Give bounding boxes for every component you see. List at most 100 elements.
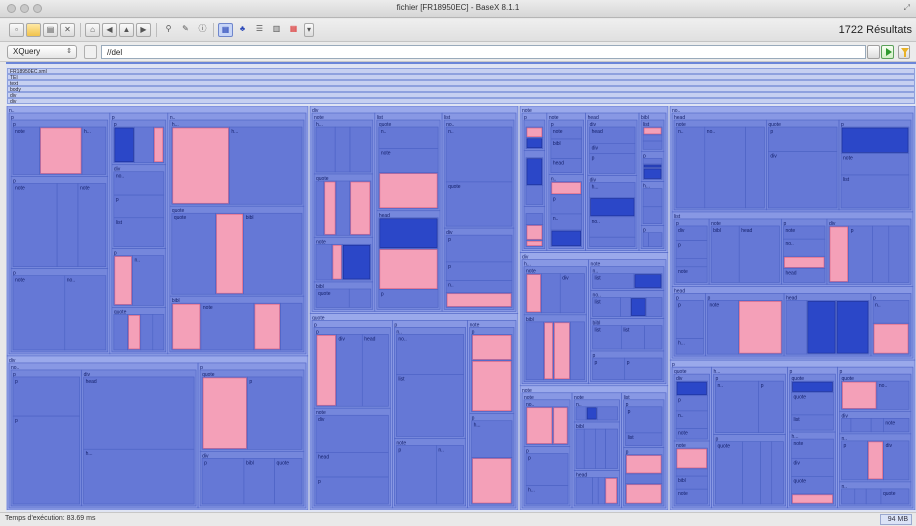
treemap-match[interactable] bbox=[350, 181, 371, 235]
treemap-match[interactable] bbox=[526, 240, 543, 246]
treemap-match[interactable] bbox=[332, 244, 342, 280]
tree-view-icon[interactable]: ♣ bbox=[235, 23, 250, 37]
treemap-node[interactable] bbox=[315, 243, 333, 281]
treemap-node[interactable] bbox=[445, 234, 513, 263]
treemap-match[interactable] bbox=[172, 303, 201, 350]
treemap-node[interactable] bbox=[348, 288, 372, 308]
treemap-node[interactable] bbox=[396, 445, 437, 505]
treemap-node[interactable] bbox=[840, 174, 910, 209]
treemap-match[interactable] bbox=[643, 127, 662, 135]
treemap-match[interactable] bbox=[526, 274, 541, 313]
treemap-node[interactable] bbox=[620, 297, 631, 317]
stop-button[interactable] bbox=[867, 45, 880, 59]
database-icon[interactable]: ▤ bbox=[43, 23, 58, 37]
treemap-node[interactable] bbox=[625, 406, 663, 434]
treemap-match[interactable] bbox=[842, 381, 877, 409]
treemap-node[interactable] bbox=[642, 232, 649, 247]
treemap-node[interactable] bbox=[841, 488, 856, 505]
filter-toggle-button[interactable] bbox=[84, 45, 97, 59]
treemap-match[interactable] bbox=[472, 458, 512, 504]
treemap-node[interactable] bbox=[315, 414, 389, 453]
treemap-match[interactable] bbox=[551, 182, 581, 195]
treemap-match[interactable] bbox=[472, 361, 512, 412]
treemap-node[interactable] bbox=[592, 357, 626, 381]
treemap-node[interactable] bbox=[642, 157, 663, 165]
treemap-node[interactable] bbox=[642, 206, 663, 224]
treemap-leaf[interactable] bbox=[551, 230, 581, 246]
treemap-leaf[interactable] bbox=[526, 158, 543, 185]
treemap-node[interactable] bbox=[583, 428, 596, 469]
treemap-node[interactable] bbox=[715, 441, 743, 505]
treemap-leaf[interactable] bbox=[526, 138, 543, 149]
treemap-match[interactable] bbox=[605, 478, 617, 504]
treemap-node[interactable] bbox=[742, 441, 761, 505]
treemap-leaf[interactable] bbox=[807, 301, 836, 354]
treemap-match[interactable] bbox=[676, 448, 707, 469]
forward-icon[interactable]: ▶ bbox=[136, 23, 151, 37]
treemap-match[interactable] bbox=[324, 181, 336, 235]
query-mode-select[interactable]: XQuery ⇕ bbox=[7, 45, 77, 59]
treemap-match[interactable] bbox=[316, 335, 336, 406]
treemap-leaf[interactable] bbox=[643, 168, 662, 179]
find-icon[interactable]: ⚲ bbox=[161, 23, 176, 37]
treemap-match[interactable] bbox=[40, 127, 82, 174]
treemap-node[interactable] bbox=[771, 441, 784, 505]
treemap-node[interactable] bbox=[315, 180, 325, 236]
treemap-match[interactable] bbox=[114, 256, 132, 305]
treemap-node[interactable] bbox=[83, 376, 195, 450]
treemap-node[interactable] bbox=[349, 126, 372, 173]
memory-indicator[interactable]: 94 MB bbox=[880, 514, 912, 525]
treemap-node[interactable] bbox=[642, 188, 663, 208]
treemap-node[interactable] bbox=[597, 477, 606, 505]
treemap-node[interactable] bbox=[64, 275, 107, 351]
treemap-node[interactable] bbox=[841, 418, 852, 433]
treemap-match[interactable] bbox=[254, 303, 280, 350]
treemap-node[interactable] bbox=[171, 212, 216, 295]
treemap-node[interactable] bbox=[229, 126, 303, 205]
treemap-node[interactable] bbox=[848, 225, 873, 283]
treemap-canvas[interactable]: n.. p p note note h... p note note p note no.. p p div… bbox=[6, 106, 916, 510]
treemap-match[interactable] bbox=[472, 335, 512, 360]
treemap-node[interactable] bbox=[436, 445, 464, 505]
treemap-node[interactable] bbox=[378, 289, 439, 308]
treemap-node[interactable] bbox=[785, 300, 808, 355]
run-query-button[interactable] bbox=[881, 45, 894, 59]
table-view-icon[interactable]: ▥ bbox=[269, 23, 284, 37]
treemap-node[interactable] bbox=[575, 428, 585, 469]
treemap-node[interactable] bbox=[12, 415, 80, 505]
treemap-node[interactable] bbox=[710, 225, 740, 283]
treemap-node[interactable] bbox=[575, 406, 587, 421]
home-icon[interactable]: ⌂ bbox=[85, 23, 100, 37]
treemap-node[interactable] bbox=[760, 441, 773, 505]
treemap-node[interactable] bbox=[625, 473, 663, 485]
treemap-node[interactable] bbox=[768, 126, 838, 152]
treemap-node[interactable] bbox=[280, 302, 303, 351]
treemap-node[interactable] bbox=[396, 374, 464, 437]
treemap-node[interactable] bbox=[445, 280, 513, 294]
treemap-node[interactable] bbox=[675, 126, 706, 209]
map-view-icon[interactable]: ▦ bbox=[218, 23, 233, 37]
treemap-node[interactable] bbox=[768, 151, 838, 209]
back-icon[interactable]: ◀ bbox=[102, 23, 117, 37]
treemap-node[interactable] bbox=[361, 334, 389, 407]
folder-view-icon[interactable]: ☰ bbox=[252, 23, 267, 37]
treemap-match[interactable] bbox=[739, 301, 782, 354]
treemap-node[interactable] bbox=[134, 126, 154, 164]
treemap-match[interactable] bbox=[626, 455, 662, 474]
treemap-match[interactable] bbox=[792, 494, 833, 504]
treemap-leaf[interactable] bbox=[643, 164, 662, 168]
treemap-match[interactable] bbox=[784, 256, 825, 268]
treemap-node[interactable] bbox=[589, 236, 636, 247]
treemap-node[interactable] bbox=[113, 194, 165, 219]
treemap-node[interactable] bbox=[243, 212, 303, 295]
treemap-match[interactable] bbox=[446, 293, 512, 307]
treemap-match[interactable] bbox=[544, 322, 553, 380]
treemap-match[interactable] bbox=[216, 213, 243, 294]
treemap-leaf[interactable] bbox=[342, 244, 371, 280]
map-view[interactable]: FR18950EC.xml TEI text body div div n.. p… bbox=[6, 62, 916, 512]
treemap-leaf[interactable] bbox=[590, 198, 635, 217]
treemap-leaf[interactable] bbox=[836, 301, 869, 354]
treemap-node[interactable] bbox=[704, 126, 746, 209]
treemap-node[interactable] bbox=[525, 185, 544, 205]
treemap-leaf[interactable] bbox=[631, 298, 646, 316]
